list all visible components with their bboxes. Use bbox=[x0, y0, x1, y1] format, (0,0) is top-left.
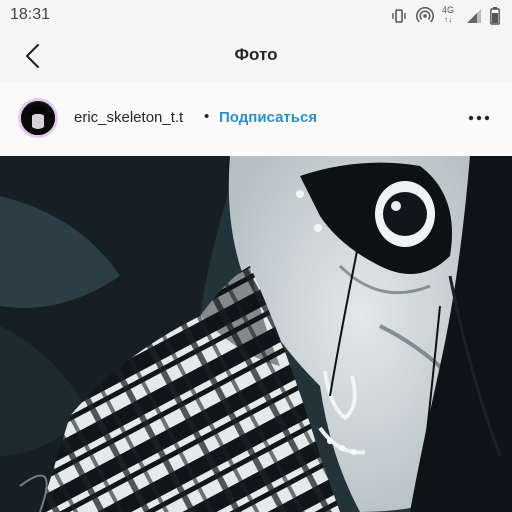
post-photo[interactable] bbox=[0, 156, 512, 512]
follow-button[interactable]: Подписаться bbox=[219, 109, 317, 126]
avatar[interactable] bbox=[21, 101, 55, 135]
status-bar: 18:31 4G ↑↓ bbox=[0, 0, 512, 32]
status-icons: 4G ↑↓ bbox=[390, 6, 500, 26]
screen: 18:31 4G ↑↓ Фото eric_skeleton_t.t • Под… bbox=[0, 0, 512, 512]
more-horizontal-icon bbox=[468, 115, 490, 121]
battery-icon bbox=[490, 7, 500, 25]
more-options-button[interactable] bbox=[462, 104, 496, 132]
app-header: Фото bbox=[0, 32, 512, 82]
signal-icon bbox=[466, 8, 482, 24]
hotspot-icon bbox=[416, 7, 434, 25]
network-arrows: ↑↓ bbox=[444, 15, 452, 24]
separator-dot: • bbox=[204, 108, 210, 125]
vibrate-icon bbox=[390, 8, 408, 24]
post-username[interactable]: eric_skeleton_t.t bbox=[74, 109, 183, 126]
network-type-label: 4G bbox=[442, 5, 455, 15]
avatar-story-ring[interactable] bbox=[18, 98, 58, 138]
post-header: eric_skeleton_t.t • Подписаться bbox=[0, 82, 512, 156]
status-time: 18:31 bbox=[10, 6, 51, 23]
page-title: Фото bbox=[234, 45, 278, 64]
network-4g-icon: 4G ↑↓ bbox=[442, 6, 458, 26]
